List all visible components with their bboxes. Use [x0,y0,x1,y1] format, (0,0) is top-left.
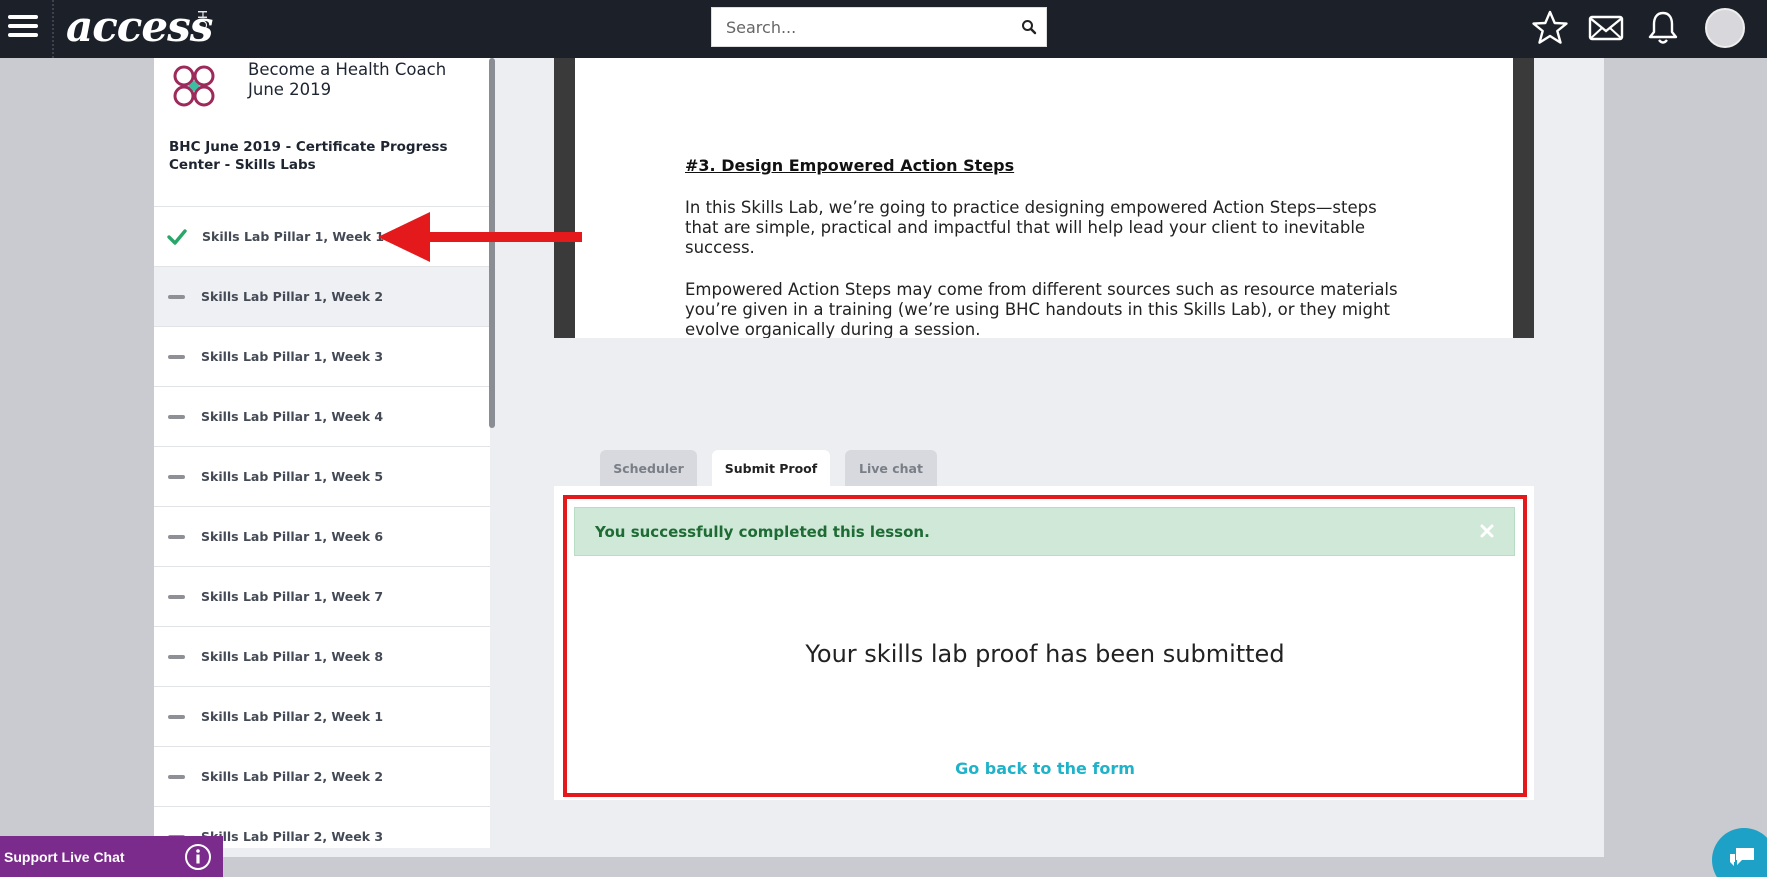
lesson-label: Skills Lab Pillar 1, Week 6 [201,529,384,544]
lesson-label: Skills Lab Pillar 1, Week 8 [201,649,384,664]
lesson-sidebar: Become a Health Coach June 2019 BHC June… [154,58,490,848]
document-paragraph: In this Skills Lab, we’re going to pract… [685,198,1377,257]
lesson-item[interactable]: Skills Lab Pillar 1, Week 5 [154,446,490,506]
top-navigation-bar: access HCI [0,0,1767,58]
search-input[interactable] [712,8,1002,46]
lesson-label: Skills Lab Pillar 1, Week 7 [201,589,384,604]
brand-logo[interactable]: access [66,2,213,51]
search-box[interactable] [711,7,1047,47]
mail-icon[interactable] [1586,8,1626,48]
star-icon[interactable] [1530,8,1570,48]
divider [52,0,54,58]
search-icon[interactable] [1021,19,1037,35]
lesson-list: Skills Lab Pillar 1, Week 1 Skills Lab P… [154,206,490,848]
incomplete-dash-icon [168,594,185,599]
lesson-item[interactable]: Skills Lab Pillar 1, Week 3 [154,326,490,386]
lesson-label: Skills Lab Pillar 2, Week 1 [201,709,384,724]
lesson-item[interactable]: Skills Lab Pillar 2, Week 2 [154,746,490,806]
check-icon [167,228,187,245]
lesson-item[interactable]: Skills Lab Pillar 1, Week 2 [154,266,490,326]
user-avatar[interactable] [1705,8,1745,48]
chat-bubble-button[interactable] [1712,828,1767,877]
incomplete-dash-icon [168,474,185,479]
back-to-form-link[interactable]: Go back to the form [563,759,1527,778]
close-icon[interactable] [1476,520,1498,542]
incomplete-dash-icon [168,294,185,299]
course-logo-icon [173,65,215,107]
lesson-item[interactable]: Skills Lab Pillar 1, Week 8 [154,626,490,686]
incomplete-dash-icon [168,714,185,719]
course-header: Become a Health Coach June 2019 [168,58,478,118]
course-subtitle: BHC June 2019 - Certificate Progress Cen… [169,139,448,173]
lesson-item[interactable]: Skills Lab Pillar 2, Week 1 [154,686,490,746]
lesson-label: Skills Lab Pillar 1, Week 5 [201,469,384,484]
proof-submitted-title: Your skills lab proof has been submitted [805,640,1285,668]
support-label: Support Live Chat [4,848,125,865]
lesson-item[interactable]: Skills Lab Pillar 1, Week 4 [154,386,490,446]
incomplete-dash-icon [168,354,185,359]
tab-submit-proof[interactable]: Submit Proof [712,450,830,486]
incomplete-dash-icon [168,774,185,779]
incomplete-dash-icon [168,534,185,539]
menu-icon[interactable] [6,10,40,44]
tab-live-chat[interactable]: Live chat [845,450,937,486]
incomplete-dash-icon [168,414,185,419]
lesson-label: Skills Lab Pillar 1, Week 2 [201,289,384,304]
incomplete-dash-icon [168,654,185,659]
lesson-item[interactable]: Skills Lab Pillar 1, Week 7 [154,566,490,626]
document-paragraph: Empowered Action Steps may come from dif… [685,280,1398,338]
lesson-item[interactable]: Skills Lab Pillar 1, Week 6 [154,506,490,566]
lesson-document-viewer: #3. Design Empowered Action Steps In thi… [554,58,1534,338]
info-icon [185,844,211,870]
tab-scheduler[interactable]: Scheduler [600,450,697,486]
chat-icon [1730,848,1754,866]
lesson-label: Skills Lab Pillar 2, Week 2 [201,769,384,784]
brand-logo-sub: HCI [195,10,209,34]
bell-icon[interactable] [1643,8,1683,48]
annotation-arrow-icon [378,212,582,262]
document-page: #3. Design Empowered Action Steps In thi… [575,58,1513,338]
success-alert: You successfully completed this lesson. [574,507,1515,556]
lesson-label: Skills Lab Pillar 2, Week 3 [201,829,384,844]
document-heading: #3. Design Empowered Action Steps [685,156,1015,175]
lesson-label: Skills Lab Pillar 1, Week 1 [202,229,385,244]
course-title: Become a Health Coach June 2019 [248,60,447,99]
support-live-chat-button[interactable]: Support Live Chat [0,836,223,877]
lesson-label: Skills Lab Pillar 1, Week 3 [201,349,384,364]
lesson-label: Skills Lab Pillar 1, Week 4 [201,409,384,424]
alert-message: You successfully completed this lesson. [595,522,930,541]
